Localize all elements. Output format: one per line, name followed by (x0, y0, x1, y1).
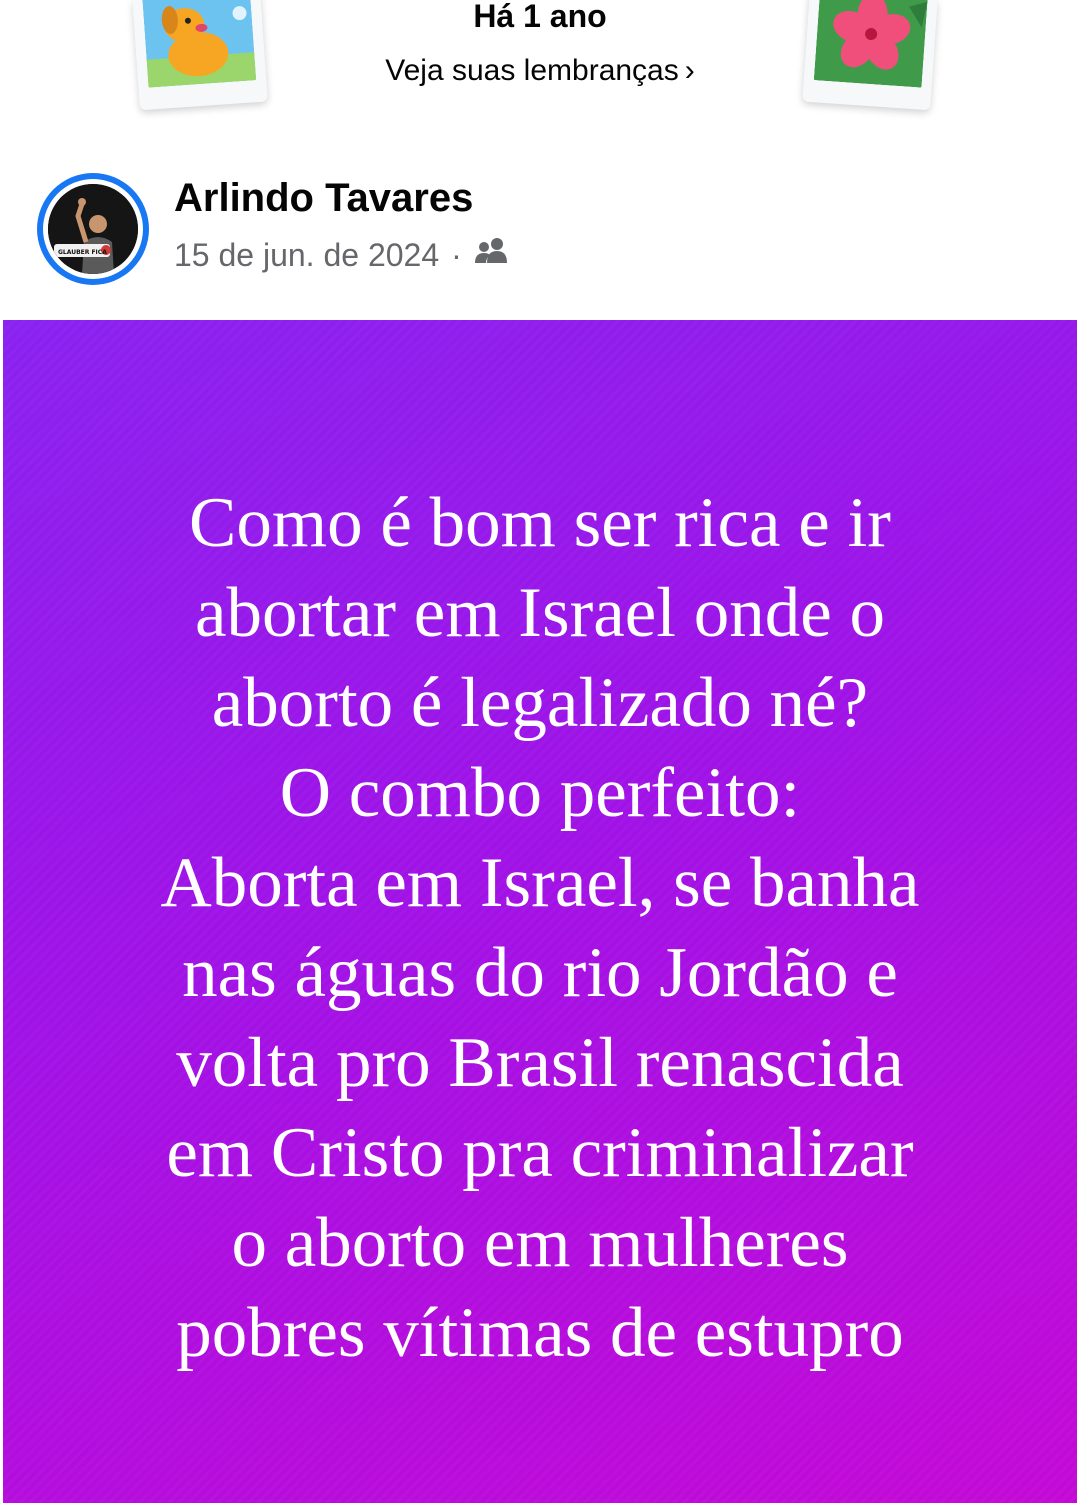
meta-separator: · (451, 236, 462, 273)
post-text-line: O combo perfeito: (279, 754, 801, 832)
avatar-badge-text: GLAUBER FICA (58, 249, 107, 256)
post-text-line: Aborta em Israel, se banha (160, 844, 920, 922)
post-image[interactable]: Como é bom ser rica e ir abortar em Isra… (3, 320, 1077, 1503)
friends-icon[interactable] (474, 236, 510, 274)
memories-banner[interactable]: Há 1 ano Veja suas lembranças › (0, 0, 1080, 140)
avatar-photo: GLAUBER FICA (48, 184, 138, 274)
post-text-line: abortar em Israel onde o (195, 574, 885, 652)
post-text-line: volta pro Brasil renascida (176, 1024, 904, 1102)
post-meta: 15 de jun. de 2024 · (174, 236, 510, 274)
memories-link-label: Veja suas lembranças (385, 54, 679, 87)
hibiscus-flower-icon (813, 0, 928, 88)
post-date[interactable]: 15 de jun. de 2024 (174, 237, 439, 274)
post-text-line: aborto é legalizado né? (211, 664, 869, 742)
avatar[interactable]: GLAUBER FICA (37, 173, 149, 285)
post-text-line: Como é bom ser rica e ir (189, 484, 891, 562)
author-name[interactable]: Arlindo Tavares (174, 176, 473, 221)
chevron-right-icon: › (684, 54, 695, 87)
facebook-post-page: Há 1 ano Veja suas lembranças › GLAUBER … (0, 0, 1080, 1503)
post-image-text: Como é bom ser rica e ir abortar em Isra… (3, 478, 1077, 1378)
post-text-line: nas águas do rio Jordão e (182, 934, 898, 1012)
post-text-line: em Cristo pra criminalizar (166, 1114, 914, 1192)
post-text-line: o aborto em mulheres (231, 1204, 849, 1282)
memory-card-right[interactable] (802, 0, 938, 111)
post-text-line: pobres vítimas de estupro (176, 1294, 904, 1372)
